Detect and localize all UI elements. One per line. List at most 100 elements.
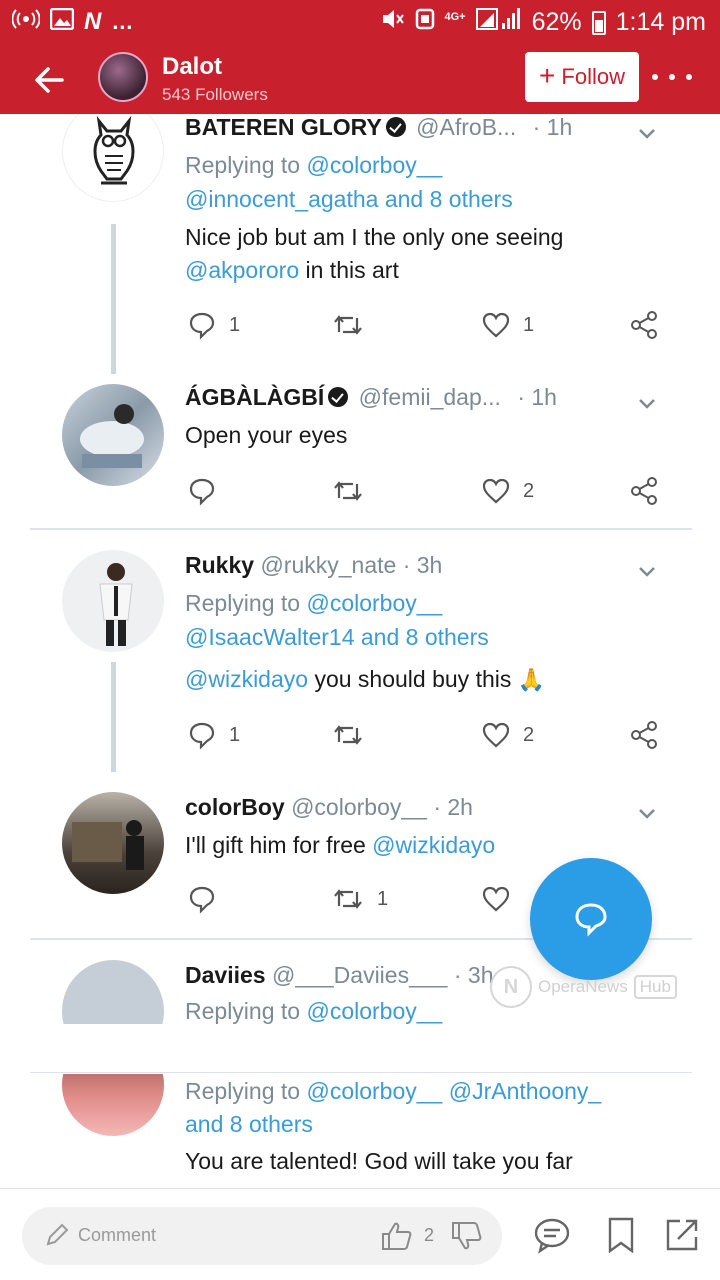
retweet-icon: [334, 481, 362, 501]
retweet-icon: [334, 889, 362, 909]
image-gap: [0, 1024, 720, 1076]
like-count: 2: [523, 479, 535, 502]
like-action: 2: [481, 720, 534, 750]
tweet-rukky: Rukky @rukky_nate · 3h Replying to @colo…: [0, 544, 720, 772]
heart-icon: [482, 886, 510, 912]
mention-link: @colorboy__: [306, 998, 443, 1024]
tweet-author-name: Rukky: [185, 552, 255, 578]
retweet-count: 1: [377, 887, 389, 910]
reply-icon: [189, 478, 215, 506]
article-image-content: BATEREN GLORY @AfroB... · 1h Replying to…: [0, 114, 720, 1188]
tweet-text: You are talented! God will take you far: [185, 1148, 573, 1174]
heart-icon: [482, 722, 510, 748]
follow-button[interactable]: + Follow: [525, 52, 639, 102]
tweet-header: Daviies @___Daviies___ · 3h: [185, 962, 494, 989]
dot-icon: [686, 74, 692, 80]
tweet-time: · 2h: [433, 794, 473, 820]
mention-link: @akpororo: [185, 257, 300, 283]
thread-line: [111, 224, 116, 374]
bookmark-icon[interactable]: [604, 1215, 638, 1255]
tweet-actions: 2: [185, 476, 665, 506]
replying-to: Replying to @colorboy__: [185, 590, 442, 617]
reply-action: 1: [187, 310, 240, 340]
mention-link: @wizkidayo: [372, 832, 496, 858]
chevron-down-icon: [639, 129, 655, 139]
chevron-down-icon: [639, 567, 655, 577]
tweet-header: ÁGBÀLÀGBÍ @femii_dap... · 1h: [185, 384, 557, 411]
back-button[interactable]: [28, 58, 72, 102]
mention-link: @JrAnthoony_: [448, 1078, 602, 1104]
tweet-header: BATEREN GLORY @AfroB... · 1h: [185, 114, 572, 141]
reply-count: 1: [229, 313, 241, 336]
tweet-text-rest: in this art: [299, 257, 399, 283]
author-name[interactable]: Dalot: [162, 53, 222, 81]
owl-avatar: [62, 114, 164, 202]
share-icon: [631, 477, 657, 505]
divider: [30, 528, 692, 530]
bottom-action-bar: Comment 2: [0, 1188, 720, 1280]
pencil-icon: [46, 1223, 69, 1246]
tweet-text-2: @akpororo in this art: [185, 257, 399, 284]
replying-more: @IsaacWalter14 and 8 others: [185, 624, 489, 650]
heart-icon: [482, 478, 510, 504]
tweet-text: Nice job but am I the only one seeing: [185, 224, 564, 250]
comments-icon[interactable]: [532, 1215, 572, 1255]
tweet-text: @wizkidayo you should buy this 🙏: [185, 666, 545, 693]
tweet-text: Open your eyes: [185, 422, 348, 448]
mention-link: @colorboy__: [306, 590, 443, 616]
like-total: 2: [424, 1225, 435, 1245]
share-icon: [631, 721, 657, 749]
owl-icon: [93, 115, 135, 185]
more-options-button[interactable]: [652, 62, 692, 92]
reply-action: 1: [187, 720, 240, 750]
watermark-text: OperaNews: [538, 977, 628, 996]
compose-reply-button[interactable]: [530, 858, 652, 980]
gallery-icon: [49, 7, 75, 36]
tweet-actions: 1 1: [185, 310, 665, 340]
divider: [30, 1072, 692, 1073]
opera-news-logo: N: [490, 966, 532, 1008]
dot-icon: [652, 74, 658, 80]
status-right-icons: 4G+ 62% 1:14 pm: [381, 7, 706, 38]
speech-bubble-icon: [575, 903, 607, 937]
thumbs-up-icon[interactable]: [380, 1220, 414, 1252]
verified-badge-icon: [328, 387, 349, 407]
share-out-icon[interactable]: [664, 1215, 700, 1255]
replying-prefix: Replying to: [185, 152, 301, 178]
tweet-time: · 3h: [453, 962, 494, 988]
mention-link: @colorboy__: [306, 152, 443, 178]
thumbs-down-icon[interactable]: [450, 1220, 484, 1252]
retweet-action: [331, 476, 377, 506]
user-avatar: [62, 384, 164, 486]
news-n-icon: N: [84, 8, 102, 35]
battery-percent: 62%: [531, 8, 582, 36]
tweet-header: colorBoy @colorboy__ · 2h: [185, 794, 473, 821]
tweet-actions: 1 2: [185, 720, 665, 750]
tweet-talented: Replying to @colorboy__ @JrAnthoony_ and…: [0, 1074, 720, 1188]
author-avatar[interactable]: [98, 52, 148, 102]
tweet-agbalagbi: ÁGBÀLÀGBÍ @femii_dap... · 1h Open your e…: [0, 374, 720, 524]
back-arrow-icon: [35, 67, 64, 93]
heart-icon: [482, 312, 510, 338]
reply-icon: [189, 722, 215, 750]
like-count: 1: [523, 313, 535, 336]
user-avatar: [62, 960, 164, 1024]
reply-action: [187, 476, 229, 506]
network-label: 4G+: [444, 10, 466, 23]
photo-placeholder: [72, 820, 144, 870]
status-left-icons: N …: [11, 7, 133, 36]
profile-header: Dalot 543 Followers + Follow: [0, 44, 720, 114]
tweet-time: · 1h: [517, 384, 557, 410]
tweet-handle: @rukky_nate: [260, 552, 397, 578]
tweet-handle: @___Daviies___: [271, 962, 448, 988]
mention-link: @colorboy__: [306, 1078, 443, 1104]
replying-to: Replying to @colorboy__ @JrAnthoony_: [185, 1078, 601, 1105]
follower-count: 543 Followers: [162, 85, 268, 104]
reply-action: [187, 884, 229, 914]
like-count: 2: [523, 723, 535, 746]
thread-line: [111, 662, 116, 772]
replying-to: Replying to @colorboy__: [185, 152, 442, 179]
signal-icon: [475, 7, 522, 38]
comment-input[interactable]: Comment 2: [22, 1207, 502, 1265]
tweet-author-name: colorBoy: [185, 794, 285, 820]
